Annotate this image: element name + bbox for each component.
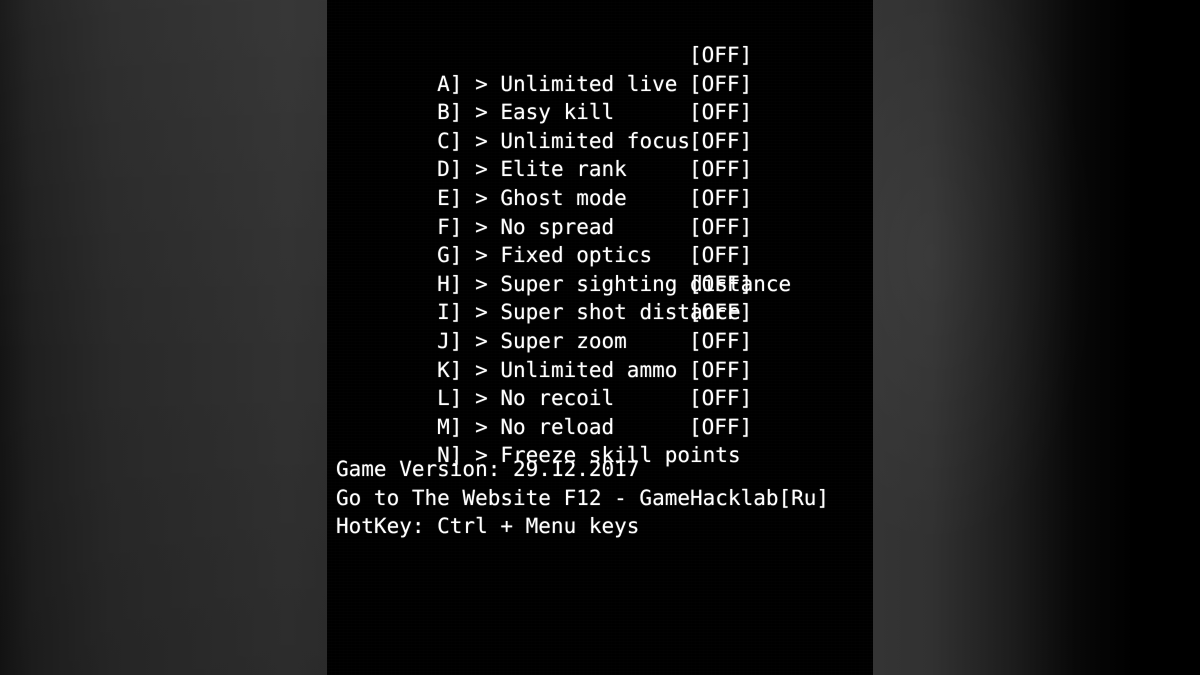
- cheat-status-badge[interactable]: [OFF]: [689, 241, 752, 270]
- cheat-row-no-recoil[interactable]: L] > No recoil [OFF]: [336, 356, 864, 411]
- cheat-options-list: A] > Unlimited live [OFF] B] > Easy kill…: [336, 41, 864, 468]
- cheat-status-badge[interactable]: [OFF]: [689, 327, 752, 356]
- cheat-row-ghost-mode[interactable]: E] > Ghost mode [OFF]: [336, 155, 864, 210]
- cheat-row-unlimited-ammo[interactable]: K] > Unlimited ammo [OFF]: [336, 327, 864, 382]
- cheat-status-badge[interactable]: [OFF]: [689, 213, 752, 242]
- cheat-status-badge[interactable]: [OFF]: [689, 298, 752, 327]
- cheat-row-super-sighting-distance[interactable]: H] > Super sighting distance [OFF]: [336, 241, 864, 296]
- cheat-row-unlimited-focus[interactable]: C] > Unlimited focus [OFF]: [336, 98, 864, 153]
- cheat-status-badge[interactable]: [OFF]: [689, 70, 752, 99]
- cheat-status-badge[interactable]: [OFF]: [689, 41, 752, 70]
- cheat-row-super-zoom[interactable]: J] > Super zoom [OFF]: [336, 298, 864, 353]
- cheat-row-elite-rank[interactable]: D] > Elite rank [OFF]: [336, 127, 864, 182]
- cheat-status-badge[interactable]: [OFF]: [689, 155, 752, 184]
- cheat-status-badge[interactable]: [OFF]: [689, 98, 752, 127]
- hotkey-line: HotKey: Ctrl + Menu keys: [336, 514, 640, 539]
- game-backdrop-right: [873, 0, 1200, 675]
- cheat-status-badge[interactable]: [OFF]: [689, 384, 752, 413]
- screen: A] > Unlimited live [OFF] B] > Easy kill…: [0, 0, 1200, 675]
- cheat-row-unlimited-live[interactable]: A] > Unlimited live [OFF]: [336, 41, 864, 96]
- cheat-status-badge[interactable]: [OFF]: [689, 413, 752, 442]
- cheat-row-easy-kill[interactable]: B] > Easy kill [OFF]: [336, 70, 864, 125]
- trainer-overlay-panel: A] > Unlimited live [OFF] B] > Easy kill…: [327, 0, 873, 675]
- cheat-status-badge[interactable]: [OFF]: [689, 127, 752, 156]
- game-version-line: Game Version: 29.12.2017: [336, 457, 640, 481]
- cheat-status-badge[interactable]: [OFF]: [689, 270, 752, 299]
- cheat-row-super-shot-distance[interactable]: I] > Super shot distance [OFF]: [336, 270, 864, 325]
- website-line[interactable]: Go to The Website F12 - GameHacklab[Ru]: [336, 484, 864, 513]
- cheat-row-no-spread[interactable]: F] > No spread [OFF]: [336, 184, 864, 239]
- game-backdrop-left: [0, 0, 327, 675]
- cheat-row-freeze-skill-points[interactable]: N] > Freeze skill points [OFF]: [336, 413, 864, 468]
- trainer-footer: Game Version: 29.12.2017 Go to The Websi…: [336, 455, 864, 541]
- cheat-status-badge[interactable]: [OFF]: [689, 184, 752, 213]
- cheat-row-no-reload[interactable]: M] > No reload [OFF]: [336, 384, 864, 439]
- cheat-row-fixed-optics[interactable]: G] > Fixed optics [OFF]: [336, 213, 864, 268]
- cheat-status-badge[interactable]: [OFF]: [689, 356, 752, 385]
